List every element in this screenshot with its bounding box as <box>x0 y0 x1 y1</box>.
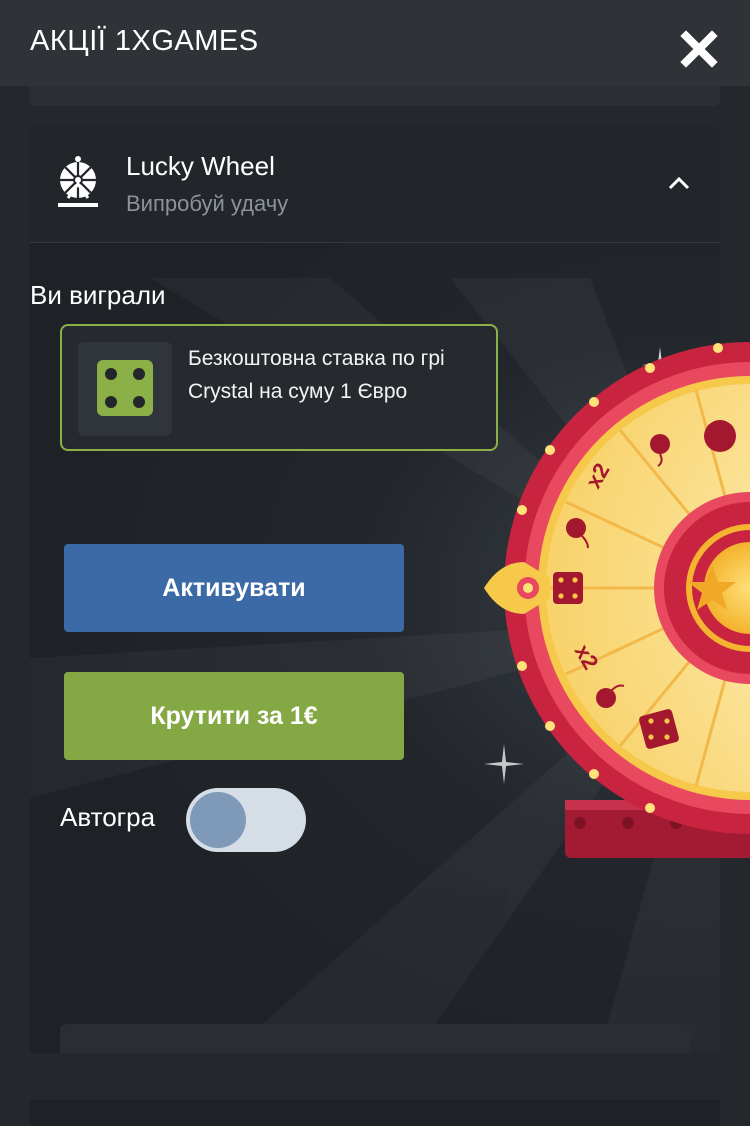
won-label: Ви виграли <box>30 280 166 310</box>
prize-icon-holder <box>78 342 172 436</box>
page-title: АКЦІЇ 1XGAMES <box>30 25 259 57</box>
top-bar: АКЦІЇ 1XGAMES <box>0 0 750 86</box>
autoplay-toggle[interactable] <box>186 788 306 852</box>
promo-card-header[interactable]: Lucky Wheel Випробуй удачу <box>30 126 720 243</box>
ferris-wheel-icon <box>58 156 98 207</box>
promo-title: Lucky Wheel <box>126 151 275 181</box>
prize-box: Безкоштовна ставка по грі Crystal на сум… <box>60 324 498 451</box>
spin-button[interactable]: Крутити за 1€ <box>64 672 404 760</box>
autoplay-label: Автогра <box>60 802 156 832</box>
dice-icon <box>97 360 153 416</box>
toggle-knob <box>190 792 246 848</box>
activate-button[interactable]: Активувати <box>64 544 404 632</box>
close-icon[interactable] <box>680 30 718 68</box>
chevron-up-icon[interactable] <box>666 174 692 192</box>
promo-subtitle: Випробуй удачу <box>126 191 289 216</box>
footer-background <box>0 1053 750 1100</box>
prize-description: Безкоштовна ставка по грі Crystal на сум… <box>188 347 445 403</box>
fortune-wheel[interactable]: x2 x2 <box>470 340 750 870</box>
next-section-card <box>60 1024 690 1054</box>
previous-promo-card <box>30 86 720 106</box>
